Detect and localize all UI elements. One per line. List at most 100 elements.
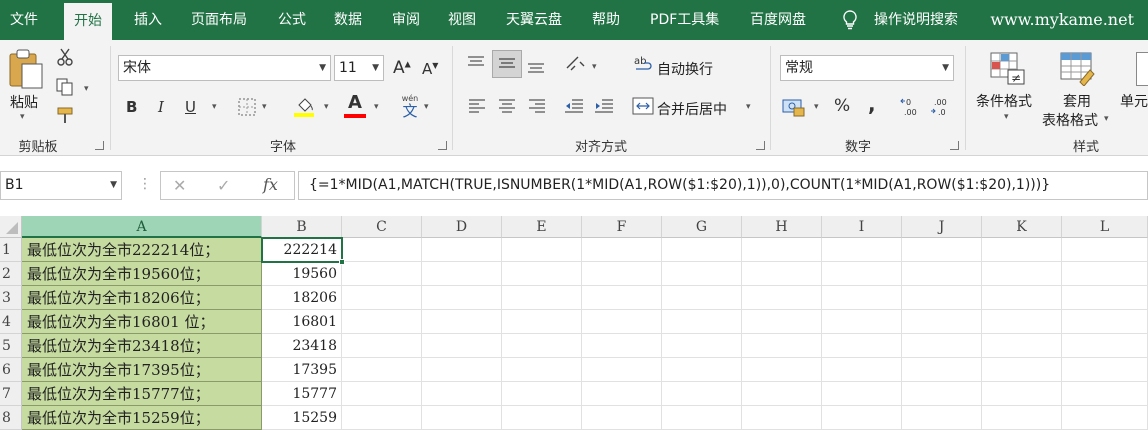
cell-i2[interactable] bbox=[822, 262, 902, 286]
conditional-formatting-icon[interactable]: ≠ bbox=[990, 52, 1026, 90]
cell-e4[interactable] bbox=[502, 310, 582, 334]
cell-a5[interactable]: 最低位次为全市23418位； bbox=[22, 334, 262, 358]
cell-c6[interactable] bbox=[342, 358, 422, 382]
accounting-dropdown-icon[interactable]: ▾ bbox=[814, 102, 819, 112]
orientation-dropdown-icon[interactable]: ▾ bbox=[592, 62, 597, 72]
cell-g6[interactable] bbox=[662, 358, 742, 382]
cell-g2[interactable] bbox=[662, 262, 742, 286]
cell-k6[interactable] bbox=[982, 358, 1062, 382]
cell-k2[interactable] bbox=[982, 262, 1062, 286]
copy-icon[interactable] bbox=[56, 78, 74, 100]
merge-dropdown-icon[interactable]: ▾ bbox=[746, 102, 751, 112]
cell-a6[interactable]: 最低位次为全市17395位； bbox=[22, 358, 262, 382]
cell-h5[interactable] bbox=[742, 334, 822, 358]
row-header[interactable]: 6 bbox=[0, 358, 22, 382]
cell-j2[interactable] bbox=[902, 262, 982, 286]
cell-k8[interactable] bbox=[982, 406, 1062, 430]
cell-e8[interactable] bbox=[502, 406, 582, 430]
paste-button[interactable]: 粘贴 bbox=[10, 92, 38, 112]
cell-a3[interactable]: 最低位次为全市18206位； bbox=[22, 286, 262, 310]
cell-c2[interactable] bbox=[342, 262, 422, 286]
column-header-j[interactable]: J bbox=[902, 216, 982, 238]
cell-f3[interactable] bbox=[582, 286, 662, 310]
wrap-text-button[interactable]: 自动换行 bbox=[657, 59, 713, 79]
formula-input[interactable]: {=1*MID(A1,MATCH(TRUE,ISNUMBER(1*MID(A1,… bbox=[298, 171, 1148, 200]
cancel-icon[interactable]: ✕ bbox=[173, 176, 186, 195]
cell-i6[interactable] bbox=[822, 358, 902, 382]
cell-a7[interactable]: 最低位次为全市15777位； bbox=[22, 382, 262, 406]
align-middle-button[interactable] bbox=[492, 50, 522, 78]
border-icon[interactable] bbox=[238, 98, 256, 120]
format-painter-icon[interactable] bbox=[56, 106, 76, 128]
menu-data[interactable]: 数据 bbox=[334, 0, 362, 40]
format-as-table-line2[interactable]: 表格格式 bbox=[1042, 110, 1098, 130]
phonetic-guide-button[interactable]: wén 文 bbox=[400, 94, 420, 119]
menu-formulas[interactable]: 公式 bbox=[278, 0, 306, 40]
column-header-c[interactable]: C bbox=[342, 216, 422, 238]
cell-l7[interactable] bbox=[1062, 382, 1148, 406]
menu-help[interactable]: 帮助 bbox=[592, 0, 620, 40]
select-all-corner[interactable] bbox=[0, 216, 22, 238]
fill-color-icon[interactable] bbox=[294, 95, 316, 117]
cell-b8[interactable]: 15259 bbox=[262, 406, 342, 430]
cell-b4[interactable]: 16801 bbox=[262, 310, 342, 334]
row-header[interactable]: 7 bbox=[0, 382, 22, 406]
row-header[interactable]: 8 bbox=[0, 406, 22, 430]
cell-d8[interactable] bbox=[422, 406, 502, 430]
cell-l2[interactable] bbox=[1062, 262, 1148, 286]
format-as-table-icon[interactable] bbox=[1060, 52, 1096, 90]
cell-styles-button[interactable]: 单元 bbox=[1120, 91, 1148, 111]
align-right-icon[interactable] bbox=[528, 98, 546, 118]
cell-j6[interactable] bbox=[902, 358, 982, 382]
cell-k3[interactable] bbox=[982, 286, 1062, 310]
column-header-h[interactable]: H bbox=[742, 216, 822, 238]
increase-decimal-icon[interactable]: 0.00 bbox=[900, 96, 922, 122]
cell-h4[interactable] bbox=[742, 310, 822, 334]
shrink-font-button[interactable]: A▼ bbox=[422, 60, 438, 78]
cell-j8[interactable] bbox=[902, 406, 982, 430]
cell-l1[interactable] bbox=[1062, 238, 1148, 262]
cell-i4[interactable] bbox=[822, 310, 902, 334]
insert-function-button[interactable]: fx bbox=[263, 175, 278, 194]
column-header-l[interactable]: L bbox=[1062, 216, 1148, 238]
phonetic-dropdown-icon[interactable]: ▾ bbox=[424, 102, 429, 112]
menu-file[interactable]: 文件 bbox=[10, 0, 38, 40]
cell-j3[interactable] bbox=[902, 286, 982, 310]
cell-g1[interactable] bbox=[662, 238, 742, 262]
menu-view[interactable]: 视图 bbox=[448, 0, 476, 40]
cell-f7[interactable] bbox=[582, 382, 662, 406]
cell-g5[interactable] bbox=[662, 334, 742, 358]
cell-e7[interactable] bbox=[502, 382, 582, 406]
cell-a8[interactable]: 最低位次为全市15259位； bbox=[22, 406, 262, 430]
cell-j7[interactable] bbox=[902, 382, 982, 406]
decrease-decimal-icon[interactable]: .00.0 bbox=[930, 96, 952, 122]
cell-d1[interactable] bbox=[422, 238, 502, 262]
cell-c8[interactable] bbox=[342, 406, 422, 430]
cell-k7[interactable] bbox=[982, 382, 1062, 406]
tell-me-search[interactable]: 操作说明搜索 bbox=[874, 0, 958, 40]
column-header-a[interactable]: A bbox=[22, 216, 262, 238]
border-dropdown-icon[interactable]: ▾ bbox=[262, 102, 267, 112]
cell-f8[interactable] bbox=[582, 406, 662, 430]
column-header-i[interactable]: I bbox=[822, 216, 902, 238]
column-header-e[interactable]: E bbox=[502, 216, 582, 238]
copy-dropdown-icon[interactable]: ▾ bbox=[84, 84, 89, 94]
cell-l8[interactable] bbox=[1062, 406, 1148, 430]
fill-color-dropdown-icon[interactable]: ▾ bbox=[324, 102, 329, 112]
cell-i7[interactable] bbox=[822, 382, 902, 406]
cell-a2[interactable]: 最低位次为全市19560位； bbox=[22, 262, 262, 286]
menu-pdf-tools[interactable]: PDF工具集 bbox=[650, 0, 719, 40]
cell-e1[interactable] bbox=[502, 238, 582, 262]
font-color-button[interactable]: A bbox=[344, 92, 366, 118]
cell-h6[interactable] bbox=[742, 358, 822, 382]
cell-f5[interactable] bbox=[582, 334, 662, 358]
cell-c7[interactable] bbox=[342, 382, 422, 406]
cell-h7[interactable] bbox=[742, 382, 822, 406]
merge-center-button[interactable]: 合并后居中 bbox=[657, 99, 727, 119]
accounting-format-icon[interactable] bbox=[782, 97, 806, 121]
align-left-icon[interactable] bbox=[468, 98, 486, 118]
wrap-text-icon[interactable]: ab bbox=[634, 54, 654, 78]
comma-style-button[interactable]: , bbox=[868, 92, 876, 116]
menu-tianyi-cloud[interactable]: 天翼云盘 bbox=[506, 0, 562, 40]
cell-d4[interactable] bbox=[422, 310, 502, 334]
